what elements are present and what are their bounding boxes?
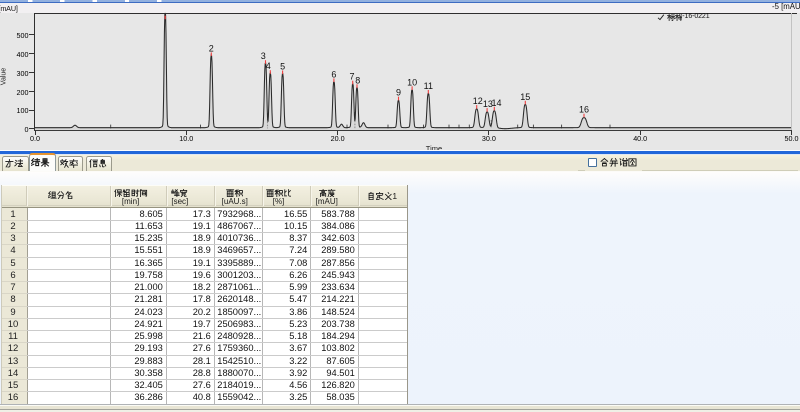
svg-text:5: 5 bbox=[280, 62, 285, 72]
svg-text:4: 4 bbox=[266, 61, 271, 71]
svg-text:11: 11 bbox=[424, 81, 433, 91]
svg-text:7: 7 bbox=[349, 72, 354, 82]
svg-text:9: 9 bbox=[396, 88, 401, 98]
svg-text:10: 10 bbox=[407, 77, 417, 87]
svg-text:14: 14 bbox=[491, 98, 501, 108]
svg-text:15: 15 bbox=[520, 92, 530, 102]
svg-text:16: 16 bbox=[579, 105, 589, 115]
svg-text:3: 3 bbox=[261, 51, 266, 61]
svg-text:6: 6 bbox=[331, 69, 336, 79]
svg-text:2: 2 bbox=[209, 43, 214, 53]
svg-text:8: 8 bbox=[355, 75, 360, 85]
svg-text:12: 12 bbox=[473, 96, 483, 106]
